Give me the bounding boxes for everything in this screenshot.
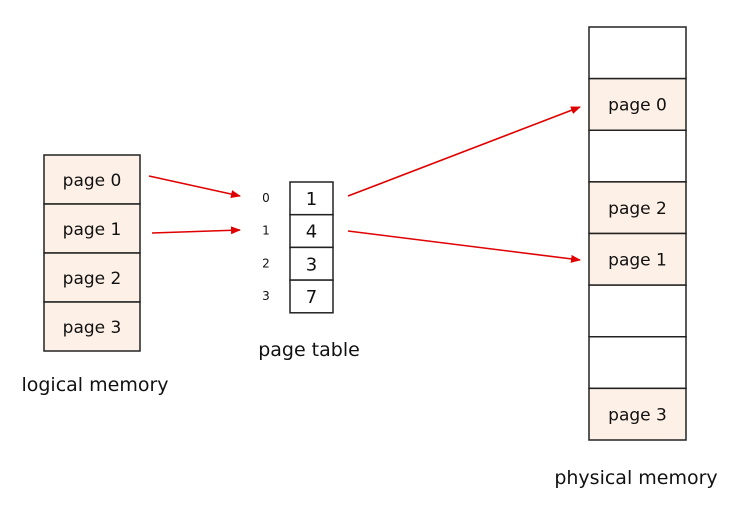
- page-table-frame-number: 1: [306, 189, 317, 210]
- mapping-arrow: [151, 226, 241, 235]
- logical-memory-label: logical memory: [21, 374, 168, 396]
- page-table: 1 0 4 1 3 2 7 3: [262, 181, 334, 314]
- logical-page-label: page 1: [63, 220, 122, 240]
- page-table-index: 0: [262, 191, 270, 205]
- physical-frame: [588, 336, 687, 390]
- logical-page-label: page 0: [63, 171, 122, 191]
- logical-memory: page 0 page 1 page 2 page 3: [43, 154, 141, 352]
- physical-frame-label: page 3: [608, 405, 667, 425]
- page-table-index: 2: [262, 256, 270, 270]
- physical-frame: [588, 129, 687, 183]
- physical-frame: [588, 284, 687, 338]
- mapping-arrow: [148, 175, 241, 198]
- physical-frame-label: page 0: [608, 96, 667, 116]
- logical-page-label: page 2: [63, 269, 122, 289]
- physical-frame-label: page 1: [608, 251, 667, 271]
- page-table-label: page table: [258, 339, 360, 361]
- arrows: [148, 106, 581, 263]
- page-table-frame-number: 7: [306, 287, 317, 308]
- physical-frame-label: page 2: [608, 199, 667, 219]
- paging-diagram: page 0page 1page 2page 3 logical memory …: [21, 26, 718, 489]
- physical-frame: [588, 26, 687, 80]
- mapping-arrow: [347, 106, 581, 197]
- physical-memory-label: physical memory: [554, 467, 717, 489]
- page-table-frame-number: 4: [306, 222, 317, 243]
- mapping-arrow: [347, 230, 581, 263]
- page-table-index: 1: [262, 224, 270, 238]
- page-table-index: 3: [262, 289, 270, 303]
- physical-memory: page 0 page 2 page 1 page 3: [588, 26, 687, 441]
- page-table-frame-number: 3: [306, 254, 317, 275]
- logical-page-label: page 3: [63, 318, 122, 338]
